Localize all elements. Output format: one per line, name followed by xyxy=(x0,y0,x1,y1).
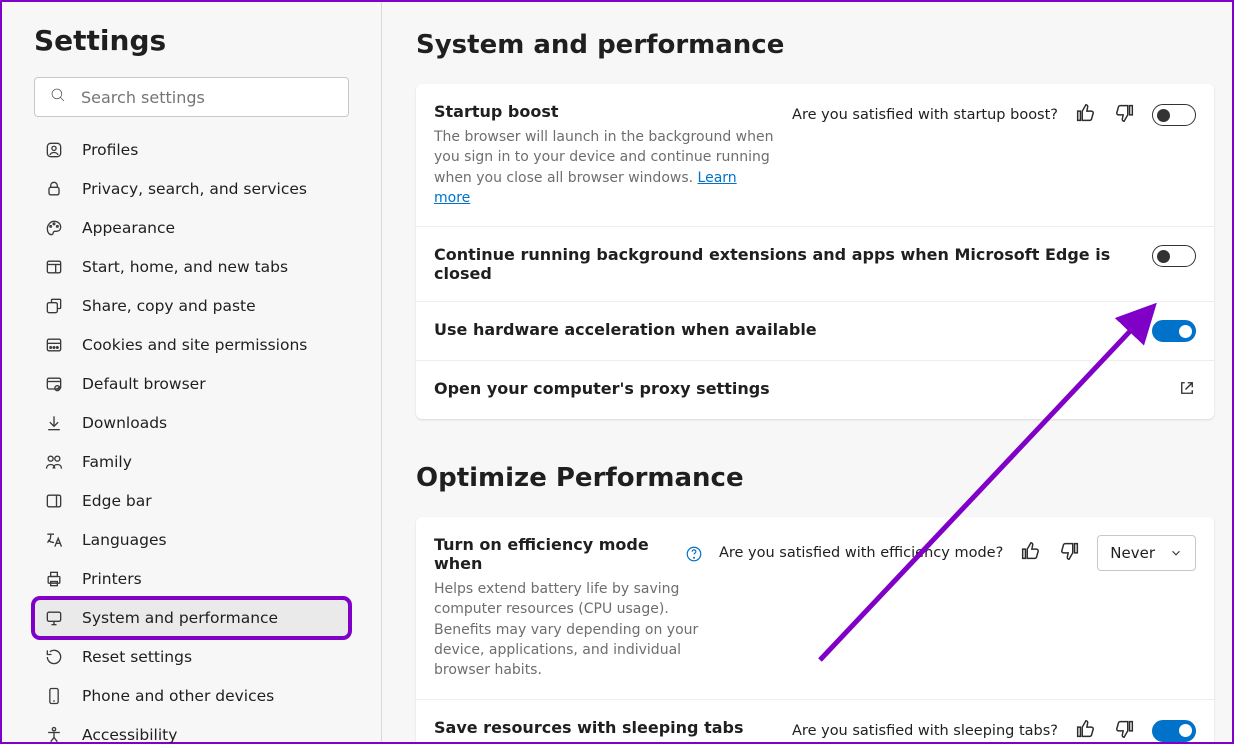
share-icon xyxy=(44,296,64,316)
sidebar-item-label: Appearance xyxy=(82,219,175,237)
sidebar-item-label: Family xyxy=(82,453,132,471)
settings-title: Settings xyxy=(34,24,349,57)
system-icon xyxy=(44,608,64,628)
sidebar-item-label: Cookies and site permissions xyxy=(82,336,307,354)
help-icon[interactable] xyxy=(685,545,703,563)
sidebar-item-label: Accessibility xyxy=(82,726,177,744)
phone-icon xyxy=(44,686,64,706)
family-icon xyxy=(44,452,64,472)
row-efficiency: Turn on efficiency mode when Helps exten… xyxy=(416,517,1214,699)
sleeping-title: Save resources with sleeping tabs xyxy=(434,718,776,737)
startup-boost-desc: The browser will launch in the backgroun… xyxy=(434,127,776,208)
search-settings-box[interactable] xyxy=(34,77,349,117)
efficiency-desc: Helps extend battery life by saving comp… xyxy=(434,579,703,680)
sidebar-item-phone[interactable]: Phone and other devices xyxy=(34,677,349,715)
optimize-card: Turn on efficiency mode when Helps exten… xyxy=(416,517,1214,742)
privacy-icon xyxy=(44,179,64,199)
bg-ext-title: Continue running background extensions a… xyxy=(434,245,1136,283)
hw-accel-title: Use hardware acceleration when available xyxy=(434,320,1136,339)
sidebar-item-label: Start, home, and new tabs xyxy=(82,258,288,276)
downloads-icon xyxy=(44,413,64,433)
chevron-down-icon xyxy=(1169,546,1183,560)
settings-sidebar: Settings Profiles Privacy, search, and s… xyxy=(2,2,382,742)
sidebar-item-profiles[interactable]: Profiles xyxy=(34,131,349,169)
startup-boost-title: Startup boost xyxy=(434,102,776,121)
appearance-icon xyxy=(44,218,64,238)
startup-boost-feedback-question: Are you satisfied with startup boost? xyxy=(792,107,1058,123)
open-external-icon xyxy=(1178,379,1196,401)
sidebar-item-label: Default browser xyxy=(82,375,206,393)
settings-main: System and performance Startup boost The… xyxy=(382,2,1232,742)
sidebar-item-label: Printers xyxy=(82,570,142,588)
row-startup-boost: Startup boost The browser will launch in… xyxy=(416,84,1214,227)
sidebar-item-label: Edge bar xyxy=(82,492,152,510)
sidebar-item-label: System and performance xyxy=(82,609,278,627)
sidebar-item-default-browser[interactable]: Default browser xyxy=(34,365,349,403)
cookies-icon xyxy=(44,335,64,355)
sidebar-item-label: Downloads xyxy=(82,414,167,432)
proxy-title: Open your computer's proxy settings xyxy=(434,379,1162,398)
sidebar-item-label: Phone and other devices xyxy=(82,687,274,705)
edgebar-icon xyxy=(44,491,64,511)
section-title-system: System and performance xyxy=(416,30,1214,60)
sidebar-item-system[interactable]: System and performance xyxy=(34,599,349,637)
sidebar-item-family[interactable]: Family xyxy=(34,443,349,481)
sidebar-item-label: Privacy, search, and services xyxy=(82,180,307,198)
profiles-icon xyxy=(44,140,64,160)
reset-icon xyxy=(44,647,64,667)
sidebar-item-accessibility[interactable]: Accessibility xyxy=(34,716,349,744)
thumbs-up-icon[interactable] xyxy=(1074,718,1096,742)
efficiency-title: Turn on efficiency mode when xyxy=(434,535,703,573)
system-card: Startup boost The browser will launch in… xyxy=(416,84,1214,419)
sidebar-item-label: Reset settings xyxy=(82,648,192,666)
sleeping-toggle[interactable] xyxy=(1152,720,1196,742)
sidebar-item-appearance[interactable]: Appearance xyxy=(34,209,349,247)
sidebar-item-edgebar[interactable]: Edge bar xyxy=(34,482,349,520)
sidebar-item-privacy[interactable]: Privacy, search, and services xyxy=(34,170,349,208)
hw-accel-toggle[interactable] xyxy=(1152,320,1196,342)
sleeping-feedback-question: Are you satisfied with sleeping tabs? xyxy=(792,723,1058,739)
languages-icon xyxy=(44,530,64,550)
search-input[interactable] xyxy=(81,88,334,107)
search-icon xyxy=(49,86,67,108)
row-background-extensions: Continue running background extensions a… xyxy=(416,227,1214,302)
sidebar-nav: Profiles Privacy, search, and services A… xyxy=(34,131,349,744)
thumbs-down-icon[interactable] xyxy=(1114,102,1136,128)
sidebar-item-label: Share, copy and paste xyxy=(82,297,256,315)
sidebar-item-reset[interactable]: Reset settings xyxy=(34,638,349,676)
startup-boost-toggle[interactable] xyxy=(1152,104,1196,126)
sidebar-item-downloads[interactable]: Downloads xyxy=(34,404,349,442)
thumbs-up-icon[interactable] xyxy=(1019,540,1041,566)
sidebar-item-share[interactable]: Share, copy and paste xyxy=(34,287,349,325)
thumbs-down-icon[interactable] xyxy=(1114,718,1136,742)
sidebar-item-languages[interactable]: Languages xyxy=(34,521,349,559)
efficiency-feedback-question: Are you satisfied with efficiency mode? xyxy=(719,545,1003,561)
default-browser-icon xyxy=(44,374,64,394)
sidebar-item-label: Languages xyxy=(82,531,167,549)
start-icon xyxy=(44,257,64,277)
row-proxy[interactable]: Open your computer's proxy settings xyxy=(416,361,1214,419)
sidebar-item-cookies[interactable]: Cookies and site permissions xyxy=(34,326,349,364)
sidebar-item-label: Profiles xyxy=(82,141,138,159)
sidebar-item-start[interactable]: Start, home, and new tabs xyxy=(34,248,349,286)
thumbs-up-icon[interactable] xyxy=(1074,102,1096,128)
sidebar-item-printers[interactable]: Printers xyxy=(34,560,349,598)
accessibility-icon xyxy=(44,725,64,744)
thumbs-down-icon[interactable] xyxy=(1059,540,1081,566)
printers-icon xyxy=(44,569,64,589)
row-sleeping-tabs: Save resources with sleeping tabs When t… xyxy=(416,700,1214,742)
row-hw-accel: Use hardware acceleration when available xyxy=(416,302,1214,361)
bg-ext-toggle[interactable] xyxy=(1152,245,1196,267)
efficiency-mode-select[interactable]: Never xyxy=(1097,535,1196,571)
section-title-optimize: Optimize Performance xyxy=(416,463,1214,493)
